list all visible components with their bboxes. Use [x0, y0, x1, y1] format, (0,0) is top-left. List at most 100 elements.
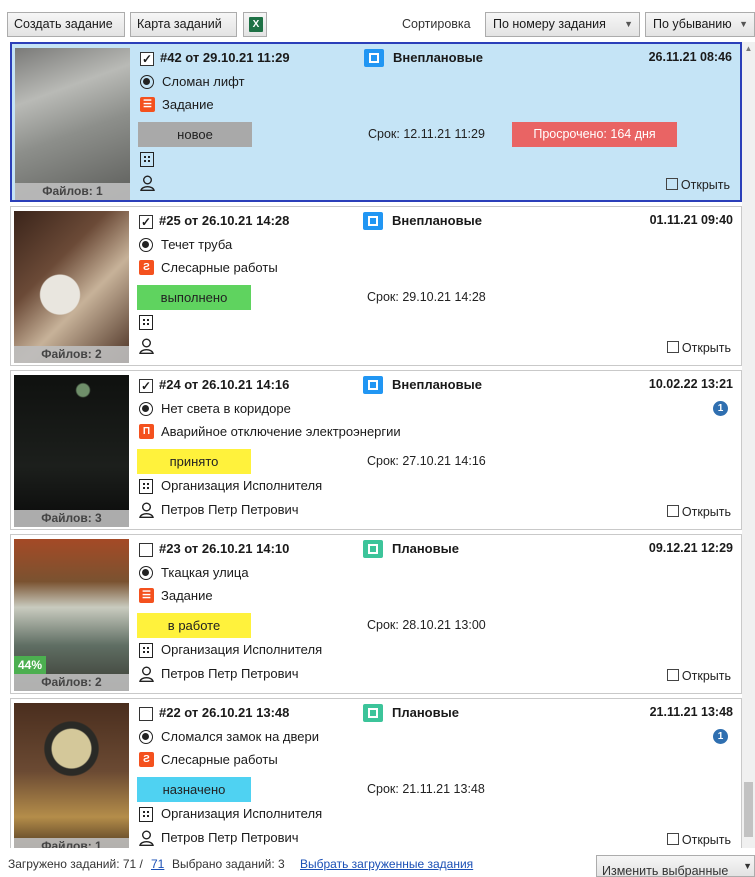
- edit-selected-button[interactable]: Изменить выбранные ▼: [596, 855, 755, 877]
- organization-icon: [140, 152, 154, 167]
- sort-order-value: По убыванию: [653, 17, 732, 31]
- organization-icon: [139, 315, 153, 330]
- task-card[interactable]: Файлов: 2 ✓ #25 от 26.10.21 14:28 Внепланов…: [10, 206, 742, 366]
- task-photo[interactable]: Файлов: 3: [14, 375, 129, 527]
- object-icon: [139, 566, 153, 580]
- task-photo[interactable]: Файлов: 1: [15, 48, 130, 200]
- task-organization: Организация Исполнителя: [161, 806, 323, 821]
- info-icon: 1: [713, 401, 728, 416]
- task-type-icon: ☰: [140, 97, 155, 112]
- task-card[interactable]: Файлов: 3 ✓ #24 от 26.10.21 14:16 Внепланов…: [10, 370, 742, 530]
- task-object: Ткацкая улица: [161, 565, 249, 580]
- scroll-up-icon[interactable]: ▲: [742, 42, 755, 56]
- object-icon: [139, 730, 153, 744]
- task-type: Аварийное отключение электроэнергии: [161, 424, 401, 439]
- open-task-link[interactable]: Открыть: [666, 504, 731, 519]
- object-icon: [139, 238, 153, 252]
- task-photo[interactable]: Файлов: 2: [14, 211, 129, 363]
- category-icon: [363, 376, 383, 394]
- scrollbar-thumb[interactable]: [744, 782, 753, 837]
- task-number: #23 от 26.10.21 14:10: [159, 541, 290, 556]
- open-label: Открыть: [681, 341, 731, 355]
- task-deadline: Срок: 28.10.21 13:00: [367, 618, 486, 632]
- task-type-icon: Ƨ: [139, 752, 154, 767]
- status-badge: в работе: [137, 613, 251, 638]
- open-external-icon: [666, 669, 679, 681]
- task-updated-date: 01.11.21 09:40: [649, 213, 733, 227]
- open-label: Открыть: [680, 178, 730, 192]
- task-type-icon: ☰: [139, 588, 154, 603]
- task-updated-date: 09.12.21 12:29: [648, 541, 733, 555]
- task-list[interactable]: Файлов: 1 ✓ #42 от 29.10.21 11:29 Внепланов…: [10, 42, 742, 848]
- open-label: Открыть: [681, 505, 731, 519]
- task-photo[interactable]: 44% Файлов: 2: [14, 539, 129, 691]
- task-card[interactable]: Файлов: 1 #22 от 26.10.21 13:48 Плановые 21…: [10, 698, 742, 848]
- status-badge: выполнено: [137, 285, 251, 310]
- toolbar: Создать задание Карта заданий X Сортиров…: [0, 0, 755, 40]
- task-deadline: Срок: 27.10.21 14:16: [367, 454, 486, 468]
- open-external-icon: [666, 833, 679, 845]
- task-updated-date: 26.11.21 08:46: [648, 50, 732, 64]
- task-type: Слесарные работы: [161, 260, 278, 275]
- files-count: Файлов: 3: [14, 510, 129, 527]
- task-type: Задание: [162, 97, 214, 112]
- sort-label: Сортировка: [402, 17, 471, 31]
- open-task-link[interactable]: Открыть: [666, 832, 731, 847]
- status-badge: принято: [137, 449, 251, 474]
- edit-selected-label: Изменить выбранные: [602, 864, 729, 877]
- open-label: Открыть: [681, 833, 731, 847]
- scrollbar[interactable]: ▲: [742, 42, 755, 848]
- task-number: #25 от 26.10.21 14:28: [159, 213, 290, 228]
- person-icon: [139, 666, 154, 682]
- chevron-down-icon: ▼: [624, 19, 633, 29]
- chevron-down-icon[interactable]: ▼: [743, 856, 752, 876]
- task-organization: Организация Исполнителя: [161, 478, 323, 493]
- task-checkbox[interactable]: ✓: [139, 379, 153, 393]
- person-icon: [140, 175, 155, 191]
- task-executor: Петров Петр Петрович: [161, 666, 299, 681]
- open-external-icon: [665, 178, 678, 190]
- task-category: Плановые: [392, 541, 459, 556]
- select-loaded-link[interactable]: Выбрать загруженные задания: [300, 857, 473, 871]
- object-icon: [140, 75, 154, 89]
- organization-icon: [139, 807, 153, 822]
- sort-order-select[interactable]: По убыванию ▼: [645, 12, 755, 37]
- task-updated-date: 21.11.21 13:48: [649, 705, 733, 719]
- task-category: Внеплановые: [393, 50, 483, 65]
- organization-icon: [139, 479, 153, 494]
- info-icon: 1: [713, 729, 728, 744]
- task-object: Нет света в коридоре: [161, 401, 291, 416]
- loaded-total-link[interactable]: 71: [151, 857, 164, 871]
- task-checkbox[interactable]: [139, 707, 153, 721]
- task-type: Задание: [161, 588, 213, 603]
- open-external-icon: [666, 505, 679, 517]
- task-deadline: Срок: 21.11.21 13:48: [367, 782, 485, 796]
- progress-label: 44%: [14, 656, 46, 674]
- files-count: Файлов: 2: [14, 674, 129, 691]
- task-card[interactable]: Файлов: 1 ✓ #42 от 29.10.21 11:29 Внепланов…: [10, 42, 742, 202]
- task-type-icon: Ƨ: [139, 260, 154, 275]
- open-task-link[interactable]: Открыть: [666, 668, 731, 683]
- task-photo[interactable]: Файлов: 1: [14, 703, 129, 848]
- task-map-button[interactable]: Карта заданий: [130, 12, 237, 37]
- status-badge: новое: [138, 122, 252, 147]
- category-icon: [364, 49, 384, 67]
- open-task-link[interactable]: Открыть: [665, 177, 730, 192]
- excel-export-button[interactable]: X: [243, 12, 267, 37]
- task-checkbox[interactable]: ✓: [139, 215, 153, 229]
- person-icon: [139, 338, 154, 354]
- excel-icon: X: [249, 17, 263, 32]
- task-number: #24 от 26.10.21 14:16: [159, 377, 290, 392]
- task-type: Слесарные работы: [161, 752, 278, 767]
- task-card[interactable]: 44% Файлов: 2 #23 от 26.10.21 14:10 Плановы…: [10, 534, 742, 694]
- loaded-count: Загружено заданий: 71 /: [8, 857, 143, 871]
- task-category: Внеплановые: [392, 377, 482, 392]
- task-number: #22 от 26.10.21 13:48: [159, 705, 290, 720]
- task-checkbox[interactable]: ✓: [140, 52, 154, 66]
- open-task-link[interactable]: Открыть: [666, 340, 731, 355]
- create-task-button[interactable]: Создать задание: [7, 12, 125, 37]
- category-icon: [363, 704, 383, 722]
- task-checkbox[interactable]: [139, 543, 153, 557]
- sort-field-select[interactable]: По номеру задания ▼: [485, 12, 640, 37]
- task-object: Сломался замок на двери: [161, 729, 319, 744]
